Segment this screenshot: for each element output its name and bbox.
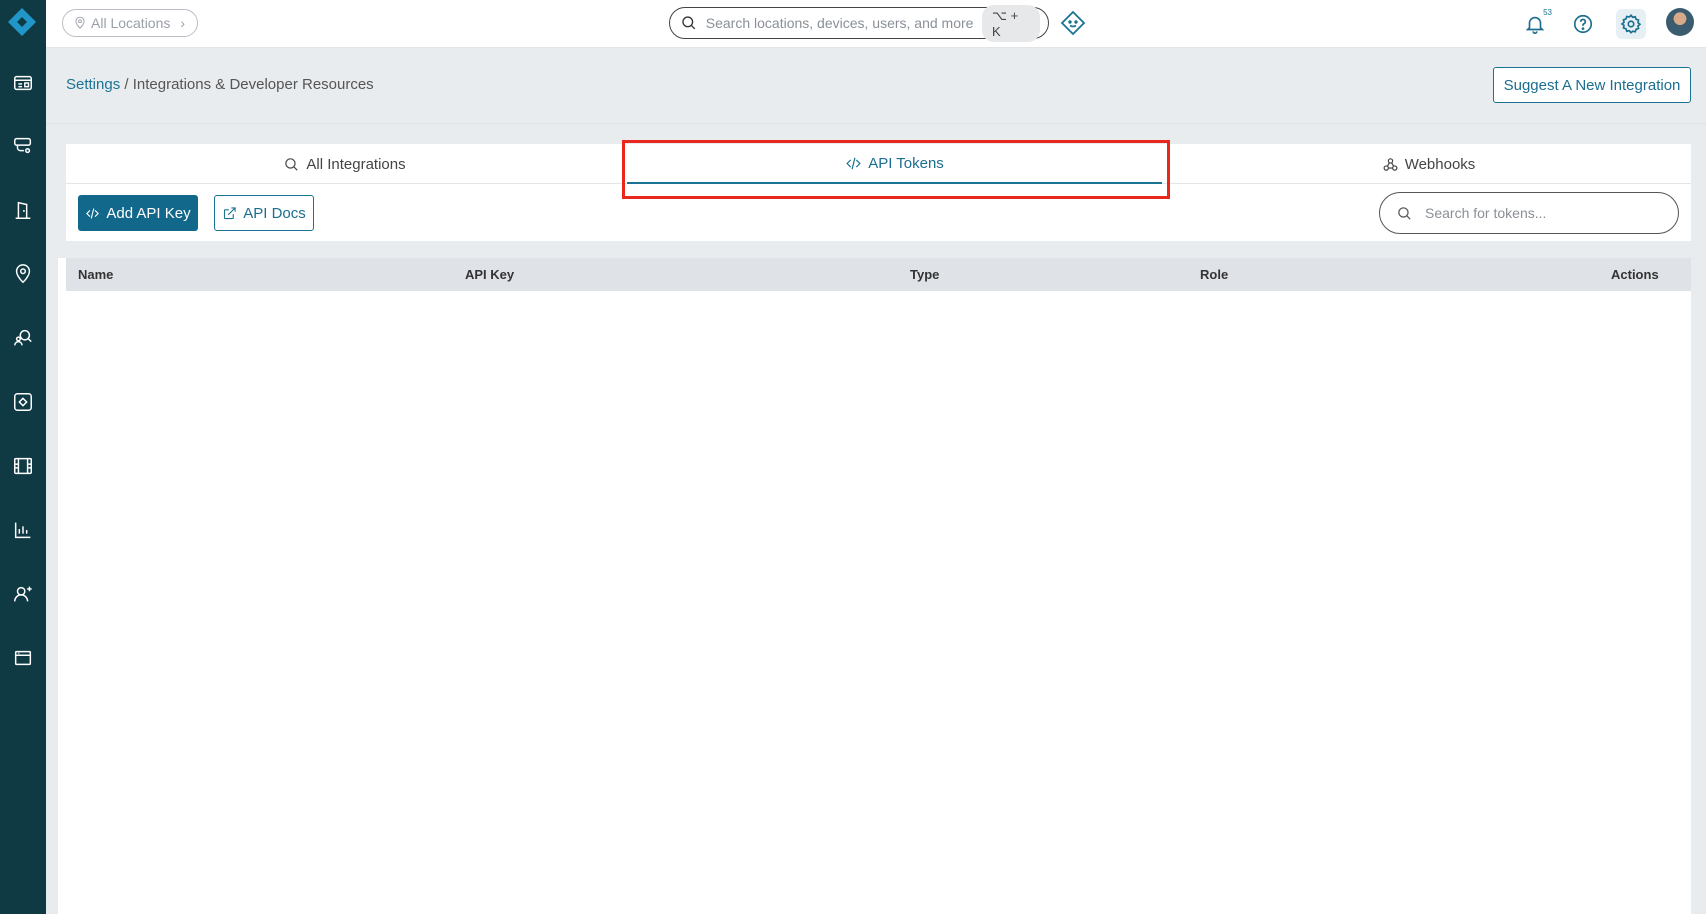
people-search-icon[interactable]	[8, 323, 38, 353]
tab-all-label: All Integrations	[306, 155, 406, 173]
tab-all-integrations[interactable]: All Integrations	[66, 144, 623, 184]
dashboard-icon[interactable]	[8, 68, 38, 98]
tokens-table: Name API Key Type Role Actions	[58, 258, 1691, 914]
window-icon[interactable]	[8, 643, 38, 673]
token-search[interactable]	[1379, 192, 1679, 234]
top-bar: All Locations › ⌥ + K 53	[46, 0, 1706, 48]
chevron-right-icon: ›	[180, 15, 186, 31]
column-header-role[interactable]: Role	[1200, 258, 1228, 291]
logo-icon[interactable]	[7, 7, 37, 37]
add-user-icon[interactable]	[8, 579, 38, 609]
map-pin-icon	[75, 16, 85, 29]
global-search[interactable]: ⌥ + K	[669, 4, 1049, 42]
location-pin-icon[interactable]	[8, 259, 38, 289]
search-icon	[1398, 206, 1411, 220]
location-label: All Locations	[91, 15, 171, 31]
breadcrumb-current: Integrations & Developer Resources	[132, 76, 374, 93]
token-search-input[interactable]	[1425, 205, 1665, 221]
breadcrumb-settings-link[interactable]: Settings	[66, 76, 120, 93]
shortcut-badge: ⌥ + K	[982, 4, 1040, 42]
header-divider	[46, 123, 1706, 124]
integrations-icon[interactable]	[8, 387, 38, 417]
search-icon	[682, 16, 696, 30]
notification-count: 53	[1543, 8, 1552, 17]
table-header: Name API Key Type Role Actions	[66, 258, 1691, 291]
analytics-icon[interactable]	[8, 515, 38, 545]
tab-api-label: API Tokens	[868, 154, 944, 172]
tab-bar: All Integrations API Tokens Webhooks	[66, 144, 1691, 184]
column-header-actions: Actions	[1611, 267, 1659, 282]
tab-api-tokens[interactable]: API Tokens	[627, 144, 1162, 184]
location-selector[interactable]: All Locations ›	[62, 9, 198, 37]
settings-button[interactable]	[1616, 9, 1646, 39]
sidebar	[0, 0, 46, 914]
assistant-icon	[1060, 10, 1086, 36]
api-docs-button[interactable]: API Docs	[214, 195, 314, 231]
column-header-type[interactable]: Type	[910, 258, 939, 291]
cameras-icon[interactable]	[8, 131, 38, 161]
breadcrumb: Settings / Integrations & Developer Reso…	[66, 76, 374, 93]
help-icon	[1573, 14, 1593, 34]
code-icon	[86, 207, 100, 219]
tab-webhooks-label: Webhooks	[1404, 155, 1476, 173]
add-api-key-label: Add API Key	[106, 204, 191, 222]
external-link-icon	[224, 206, 236, 219]
help-button[interactable]	[1568, 9, 1598, 39]
avatar[interactable]	[1666, 8, 1694, 36]
suggest-integration-button[interactable]: Suggest A New Integration	[1493, 67, 1691, 103]
integrations-card: All Integrations API Tokens Webhooks Add…	[66, 144, 1691, 241]
notifications-button[interactable]: 53	[1520, 8, 1552, 39]
column-header-api-key[interactable]: API Key	[465, 258, 514, 291]
breadcrumb-separator: /	[120, 76, 133, 93]
tab-webhooks[interactable]: Webhooks	[1166, 144, 1691, 184]
access-door-icon[interactable]	[8, 195, 38, 225]
gear-icon	[1620, 14, 1642, 34]
global-search-input[interactable]	[705, 15, 983, 31]
assistant-button[interactable]	[1060, 10, 1086, 36]
video-wall-icon[interactable]	[8, 451, 38, 481]
search-icon	[285, 157, 298, 171]
column-header-name[interactable]: Name	[78, 258, 113, 291]
api-docs-label: API Docs	[243, 204, 306, 222]
add-api-key-button[interactable]: Add API Key	[78, 195, 198, 231]
webhook-icon	[1383, 157, 1398, 171]
code-icon	[846, 157, 861, 169]
